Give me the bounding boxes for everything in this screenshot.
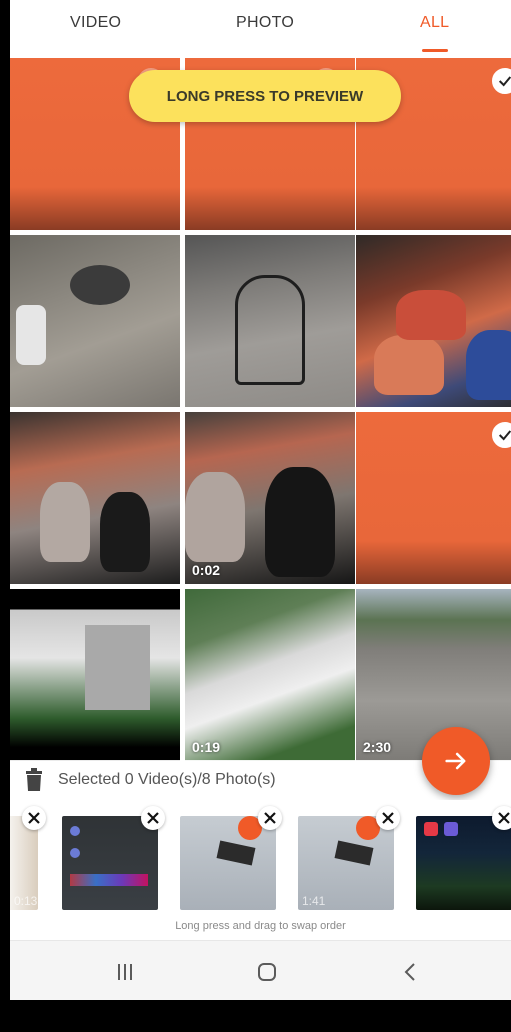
- tab-active-indicator: [422, 49, 448, 52]
- photo-detail: [16, 305, 46, 365]
- video-duration: 0:02: [192, 562, 221, 578]
- media-tile[interactable]: [356, 412, 511, 584]
- back-button[interactable]: [398, 959, 424, 985]
- recents-button[interactable]: [112, 959, 138, 985]
- photo-detail: [100, 492, 150, 572]
- home-button[interactable]: [254, 959, 280, 985]
- thumb-detail: [424, 822, 438, 836]
- selected-thumbnail[interactable]: [416, 816, 511, 910]
- tab-video[interactable]: VIDEO: [70, 14, 121, 32]
- thumbnail-duration: 1:41: [302, 894, 326, 908]
- thumbnail-duration: 0:13: [14, 894, 38, 908]
- media-tile[interactable]: [10, 235, 180, 407]
- close-icon[interactable]: [22, 806, 46, 830]
- close-icon[interactable]: [492, 806, 511, 830]
- strip-hint: Long press and drag to swap order: [175, 920, 346, 932]
- media-tile[interactable]: [185, 235, 355, 407]
- tab-all[interactable]: ALL: [420, 14, 449, 32]
- selected-thumbnail[interactable]: [62, 816, 158, 910]
- home-icon: [258, 963, 276, 981]
- photo-detail: [396, 290, 466, 340]
- tab-bar: VIDEO PHOTO ALL: [10, 0, 511, 58]
- photo-detail: [40, 482, 90, 562]
- thumb-detail: [216, 840, 256, 866]
- thumb-detail: [444, 822, 458, 836]
- media-tile[interactable]: 0:02: [185, 412, 355, 584]
- thumb-detail: [70, 826, 80, 836]
- photo-detail: [235, 275, 305, 385]
- close-icon[interactable]: [258, 806, 282, 830]
- selected-thumbnail[interactable]: 1:41: [298, 816, 394, 910]
- screen: VIDEO PHOTO ALL 0:02 0:19 2:30 LONG PRES…: [10, 0, 511, 1000]
- media-tile[interactable]: [10, 589, 180, 761]
- video-duration: 0:19: [192, 739, 221, 755]
- system-nav-bar: [10, 940, 511, 1000]
- thumb-detail: [70, 874, 148, 886]
- selection-count: Selected 0 Video(s)/8 Photo(s): [58, 771, 276, 788]
- video-duration: 2:30: [363, 739, 392, 755]
- photo-detail: [85, 625, 150, 710]
- photo-detail: [185, 472, 245, 562]
- arrow-right-icon: [445, 752, 466, 770]
- back-icon: [404, 963, 415, 981]
- thumb-detail: [334, 840, 374, 866]
- selected-thumbnail[interactable]: 0:13: [10, 816, 38, 910]
- recents-icon: [118, 964, 132, 980]
- thumb-detail: [70, 848, 80, 858]
- next-button[interactable]: [422, 727, 490, 795]
- preview-tooltip: LONG PRESS TO PREVIEW: [129, 70, 401, 122]
- close-icon[interactable]: [141, 806, 165, 830]
- photo-detail: [466, 330, 511, 400]
- media-tile[interactable]: [10, 412, 180, 584]
- check-icon[interactable]: [492, 68, 511, 94]
- photo-detail: [70, 265, 130, 305]
- selected-thumbnail[interactable]: [180, 816, 276, 910]
- trash-icon[interactable]: [24, 768, 44, 792]
- media-tile[interactable]: 0:19: [185, 589, 355, 761]
- media-tile[interactable]: [356, 235, 511, 407]
- photo-detail: [374, 335, 444, 395]
- check-icon[interactable]: [492, 422, 511, 448]
- selected-thumbnail-strip: 0:13 1:41 Long press and drag to swap or…: [10, 800, 511, 940]
- photo-detail: [265, 467, 335, 577]
- tab-photo[interactable]: PHOTO: [236, 14, 294, 32]
- close-icon[interactable]: [376, 806, 400, 830]
